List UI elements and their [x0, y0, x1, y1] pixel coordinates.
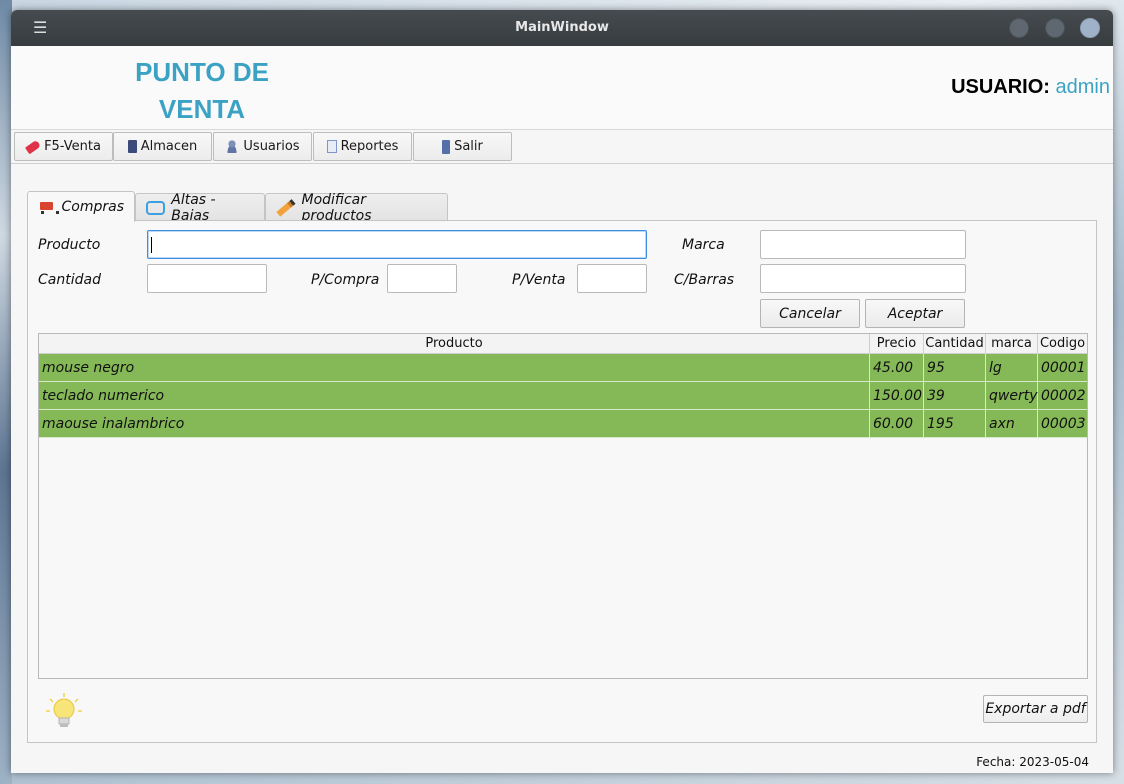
- toolbar-button-venta[interactable]: F5-Venta: [14, 132, 113, 161]
- maximize-button[interactable]: [1045, 18, 1065, 38]
- title-bar: ☰ MainWindow: [11, 10, 1113, 46]
- minimize-button[interactable]: [1009, 18, 1029, 38]
- marca-input[interactable]: [760, 230, 966, 259]
- tab-modificar-productos[interactable]: Modificar productos: [265, 191, 448, 224]
- fecha-label: Fecha:: [976, 755, 1016, 769]
- exit-door-icon: [442, 139, 451, 154]
- shopping-cart-icon: [38, 199, 59, 215]
- toolbar-button-almacen[interactable]: Almacen: [113, 132, 212, 161]
- toolbar-button-salir[interactable]: Salir: [413, 132, 512, 161]
- cbarras-input[interactable]: [760, 264, 966, 293]
- window-title: MainWindow: [515, 20, 609, 35]
- pventa-input[interactable]: [577, 264, 647, 293]
- cell-producto: mouse negro: [39, 354, 870, 382]
- toolbar-button-label: Reportes: [340, 139, 399, 154]
- document-icon: [326, 140, 337, 153]
- table-row[interactable]: teclado numerico 150.00 39 qwerty 00002: [39, 382, 1087, 410]
- cell-precio: 150.00: [870, 382, 924, 410]
- toolbar-button-label: Usuarios: [243, 139, 300, 154]
- cell-precio: 60.00: [870, 410, 924, 438]
- date-indicator: Fecha: 2023-05-04: [976, 755, 1089, 769]
- tab-label: Altas - Bajas: [171, 191, 216, 224]
- swap-arrows-icon: [146, 200, 166, 215]
- user-name: admin: [1055, 76, 1110, 98]
- brand-line-2: VENTA: [158, 94, 246, 124]
- tab-label: Modificar productos: [301, 191, 372, 224]
- lightbulb-icon[interactable]: [44, 691, 84, 731]
- users-icon: [225, 140, 240, 153]
- cell-marca: lg: [986, 354, 1038, 382]
- cell-codigo: 00001: [1041, 360, 1086, 376]
- column-header-cantidad[interactable]: Cantidad: [924, 334, 986, 354]
- tag-icon: [25, 139, 42, 154]
- column-header-marca[interactable]: marca: [986, 334, 1038, 354]
- toolbar-button-reportes[interactable]: Reportes: [313, 132, 412, 161]
- table-row[interactable]: mouse negro 45.00 95 lg 00001: [39, 354, 1087, 382]
- pcompra-label: P/Compra: [311, 272, 380, 288]
- producto-input[interactable]: [147, 230, 647, 259]
- column-header-producto[interactable]: Producto: [39, 334, 870, 354]
- cell-producto: teclado numerico: [39, 382, 870, 410]
- marca-label: Marca: [682, 237, 725, 253]
- window-content: PUNTO DE VENTA USUARIO: admin F5-Venta A…: [11, 46, 1113, 773]
- cell-cantidad: 195: [924, 410, 986, 438]
- main-window: ☰ MainWindow PUNTO DE VENTA USUARIO: adm…: [11, 10, 1113, 773]
- column-header-precio[interactable]: Precio: [870, 334, 924, 354]
- close-button[interactable]: [1080, 18, 1100, 38]
- user-indicator: USUARIO: admin: [951, 76, 1110, 99]
- tab-altas-bajas[interactable]: Altas - Bajas: [135, 191, 265, 224]
- cell-marca: qwerty: [986, 382, 1038, 410]
- cell-marca: axn: [986, 410, 1038, 438]
- app-header: PUNTO DE VENTA USUARIO: admin: [11, 46, 1113, 130]
- user-label: USUARIO:: [951, 76, 1050, 98]
- table-row[interactable]: maouse inalambrico 60.00 195 axn 00003: [39, 410, 1087, 438]
- cell-producto: maouse inalambrico: [39, 410, 870, 438]
- tab-label: Compras: [61, 199, 125, 215]
- pventa-label: P/Venta: [512, 272, 566, 288]
- cell-codigo: 00003: [1041, 416, 1086, 432]
- app-brand: PUNTO DE VENTA: [117, 54, 287, 128]
- box-icon: [127, 140, 137, 153]
- brand-line-1: PUNTO DE: [135, 57, 269, 87]
- cell-precio: 45.00: [870, 354, 924, 382]
- cell-cantidad: 39: [924, 382, 986, 410]
- cbarras-label: C/Barras: [674, 272, 735, 288]
- tab-compras[interactable]: Compras: [27, 191, 135, 222]
- fecha-value: 2023-05-04: [1019, 755, 1089, 769]
- column-header-codigo[interactable]: Codigo: [1038, 334, 1087, 354]
- compras-panel: Producto Marca Cantidad P/Compra P/Venta…: [27, 220, 1097, 743]
- producto-label: Producto: [38, 237, 101, 253]
- cantidad-label: Cantidad: [38, 272, 101, 288]
- toolbar-button-label: Salir: [454, 139, 483, 154]
- pcompra-input[interactable]: [387, 264, 457, 293]
- products-table: Producto Precio Cantidad marca Codigo mo…: [38, 333, 1088, 679]
- pencil-icon: [276, 198, 296, 217]
- toolbar-button-usuarios[interactable]: Usuarios: [213, 132, 312, 161]
- main-toolbar: F5-Venta Almacen Usuarios Reportes Salir: [11, 130, 1113, 164]
- cantidad-input[interactable]: [147, 264, 267, 293]
- cell-codigo: 00002: [1041, 388, 1086, 404]
- toolbar-button-label: F5-Venta: [44, 139, 101, 154]
- export-pdf-button[interactable]: Exportar a pdf: [983, 695, 1088, 723]
- table-header: Producto Precio Cantidad marca Codigo: [39, 334, 1087, 354]
- cell-cantidad: 95: [924, 354, 986, 382]
- cancelar-button[interactable]: Cancelar: [760, 299, 860, 328]
- aceptar-button[interactable]: Aceptar: [865, 299, 965, 328]
